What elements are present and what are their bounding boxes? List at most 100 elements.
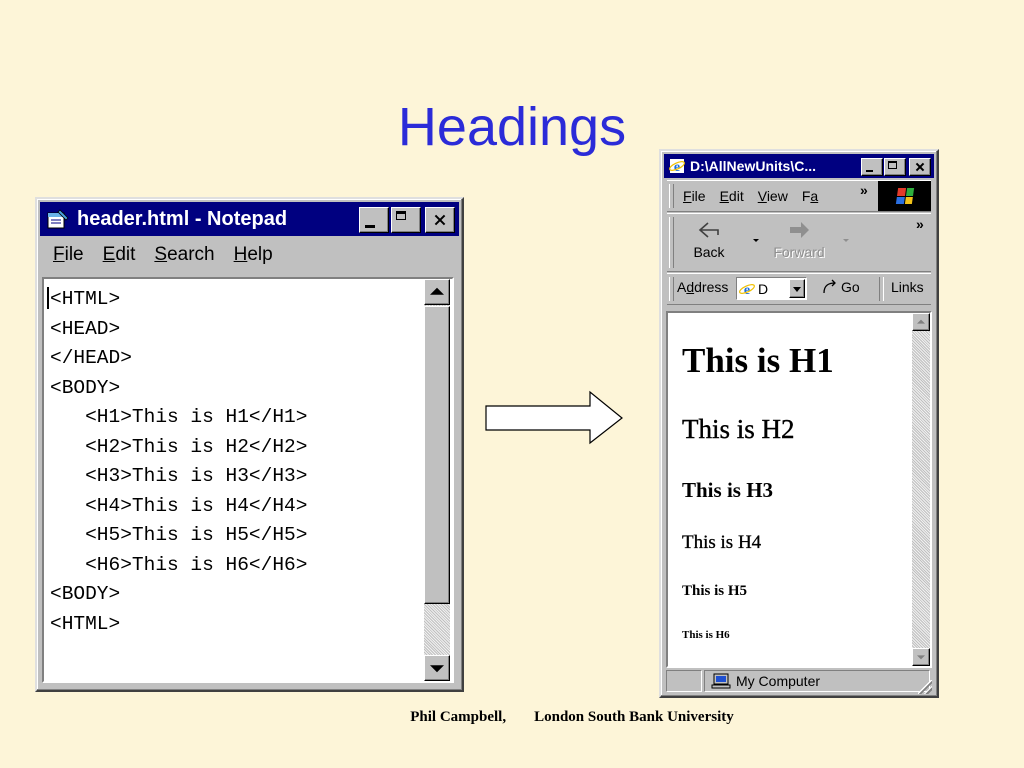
- forward-button[interactable]: Forward: [768, 219, 830, 260]
- code-line: <H6>This is H6</H6>: [50, 553, 308, 576]
- menu-edit-accel: E: [719, 188, 729, 204]
- notepad-icon: [46, 208, 70, 230]
- status-bar: My Computer: [666, 670, 932, 694]
- browser-vertical-scrollbar[interactable]: [912, 313, 930, 666]
- footer-author: Phil Campbell,: [410, 709, 507, 725]
- rendered-h5: This is H5: [682, 583, 748, 599]
- menu-help[interactable]: Help: [234, 244, 273, 266]
- menu-edit[interactable]: Edit: [720, 188, 744, 204]
- menu-help-accel: H: [233, 244, 248, 265]
- arrow-down-icon: [430, 665, 444, 673]
- scroll-up-button[interactable]: [424, 279, 450, 305]
- menu-view-accel: V: [757, 188, 767, 204]
- status-zone-pane: My Computer: [704, 670, 930, 692]
- go-button[interactable]: Go: [821, 279, 860, 295]
- windows-flag-icon: [895, 188, 914, 204]
- page-icon: e: [739, 283, 755, 297]
- scroll-thumb[interactable]: [424, 306, 450, 604]
- code-line: <HTML>: [50, 612, 121, 635]
- code-line: <BODY>: [50, 376, 121, 399]
- computer-icon: [711, 673, 731, 689]
- notepad-titlebar[interactable]: header.html - Notepad: [40, 202, 459, 236]
- browser-menubar: File Edit View Fa: [683, 188, 832, 204]
- text-caret: [47, 287, 49, 309]
- arrow-down-icon: [917, 655, 925, 660]
- ie-icon: e: [669, 158, 685, 175]
- rendered-h2: This is H2: [682, 414, 795, 444]
- rendered-h6: This is H6: [682, 629, 730, 641]
- scroll-up-button[interactable]: [912, 313, 930, 331]
- back-button[interactable]: Back: [686, 219, 732, 260]
- code-line: <H3>This is H3</H3>: [50, 465, 308, 487]
- address-label-text: A: [677, 279, 687, 295]
- toolbar-overflow-chevron[interactable]: »: [916, 216, 924, 232]
- address-dropdown-button[interactable]: [789, 279, 805, 298]
- menu-view[interactable]: View: [758, 188, 788, 204]
- minimize-button[interactable]: [359, 207, 389, 233]
- code-line: <HTML>: [50, 288, 121, 310]
- arrow-up-icon: [430, 287, 444, 295]
- go-label: Go: [841, 279, 860, 295]
- close-button[interactable]: [425, 207, 455, 233]
- menu-view-label: iew: [766, 188, 788, 204]
- browser-title: D:\AllNewUnits\C...: [690, 158, 817, 174]
- slide-title: Headings: [397, 97, 627, 157]
- browser-titlebar[interactable]: e D:\AllNewUnits\C...: [664, 154, 934, 178]
- menu-file[interactable]: File: [683, 188, 706, 204]
- code-line: <H1>This is H1</H1>: [50, 406, 308, 428]
- menu-edit-accel: E: [102, 244, 116, 265]
- notepad-vertical-scrollbar[interactable]: [424, 279, 450, 681]
- address-value: D: [758, 280, 769, 297]
- menu-file[interactable]: File: [53, 244, 84, 266]
- forward-arrow-icon: [790, 222, 809, 238]
- back-dropdown-icon[interactable]: [753, 239, 759, 242]
- menu-edit[interactable]: Edit: [103, 244, 136, 266]
- code-line: </HEAD>: [50, 347, 132, 369]
- menu-favorites-accel: a: [810, 188, 819, 204]
- notepad-menubar: File Edit Search Help: [53, 244, 292, 266]
- back-label: Back: [693, 244, 725, 260]
- status-pane: [666, 670, 702, 692]
- notepad-title: header.html - Notepad: [77, 207, 288, 230]
- maximize-button[interactable]: [391, 207, 421, 233]
- band-grip[interactable]: [669, 217, 674, 268]
- code-line: <H4>This is H4</H4>: [50, 494, 308, 517]
- status-zone-label: My Computer: [736, 673, 821, 689]
- band-divider: [879, 277, 884, 301]
- address-input[interactable]: e D: [736, 277, 807, 300]
- browser-viewport[interactable]: This is H1 This is H2 This is H3 This is…: [666, 311, 932, 668]
- go-arrow-icon: [823, 279, 836, 294]
- rendered-h1: This is H1: [682, 341, 834, 380]
- forward-dropdown-icon[interactable]: [843, 239, 849, 242]
- code-line: <H2>This is H2</H2>: [50, 435, 308, 458]
- browser-window: e D:\AllNewUnits\C... File Edit View Fa …: [659, 149, 939, 698]
- code-line: <H5>This is H5</H5>: [50, 524, 308, 546]
- close-button[interactable]: [909, 158, 931, 176]
- resize-grip[interactable]: [918, 680, 932, 694]
- rendered-h4: This is H4: [682, 532, 762, 553]
- address-label-accel: d: [686, 279, 695, 295]
- links-button[interactable]: Links: [891, 279, 924, 295]
- arrow-up-icon: [917, 319, 925, 324]
- band-grip[interactable]: [669, 184, 674, 208]
- maximize-button[interactable]: [884, 158, 906, 176]
- code-line: <BODY>: [50, 583, 121, 605]
- menu-edit-label: dit: [728, 188, 744, 204]
- menu-file-label: ile: [691, 188, 706, 204]
- minimize-button[interactable]: [861, 158, 883, 176]
- chevron-down-icon: [793, 286, 801, 292]
- band-grip[interactable]: [669, 277, 674, 301]
- rendered-h3: This is H3: [682, 478, 774, 502]
- menu-file-label: ile: [64, 244, 84, 265]
- menu-file-accel: F: [683, 188, 692, 204]
- address-label: Address: [677, 279, 728, 295]
- menu-favorites[interactable]: Fa: [802, 188, 818, 204]
- menu-search[interactable]: Search: [154, 244, 214, 266]
- notepad-text: <HTML> <HEAD> </HEAD> <BODY> <H1>This is…: [50, 285, 307, 639]
- scroll-down-button[interactable]: [912, 648, 930, 666]
- notepad-text-area[interactable]: <HTML> <HEAD> </HEAD> <BODY> <H1>This is…: [42, 277, 454, 683]
- slide-footer: Phil Campbell, London South Bank Universi…: [0, 709, 1024, 726]
- scroll-down-button[interactable]: [424, 655, 450, 681]
- menu-help-label: elp: [247, 244, 273, 265]
- menu-overflow-chevron[interactable]: »: [860, 182, 868, 198]
